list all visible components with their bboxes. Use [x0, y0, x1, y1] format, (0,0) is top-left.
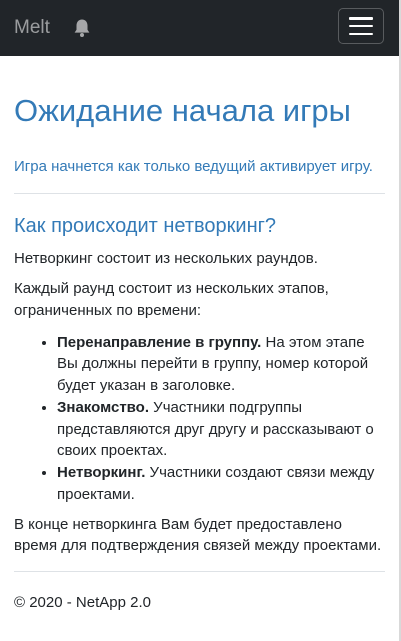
main-content: Ожидание начала игры Игра начнется как т…: [0, 92, 399, 614]
navbar-toggle-button[interactable]: [338, 8, 384, 44]
list-item: Перенаправление в группу. На этом этапе …: [57, 332, 385, 397]
bell-icon[interactable]: [72, 17, 92, 39]
paragraph-conclusion: В конце нетворкинга Вам будет предоставл…: [14, 515, 382, 555]
paragraph-rounds: Нетворкинг состоит из нескольких раундов…: [14, 250, 318, 268]
hamburger-menu-icon: [349, 17, 373, 35]
section-title: Как происходит нетворкинг?: [14, 215, 277, 238]
paragraph-stages: Каждый раунд состоит из нескольких этапо…: [14, 280, 329, 319]
step-title: Перенаправление в группу.: [57, 333, 262, 351]
lead-text: Игра начнется как только ведущий активир…: [14, 157, 373, 175]
list-item: Знакомство. Участники подгруппы представ…: [57, 397, 385, 462]
step-title: Нетворкинг.: [57, 464, 146, 481]
footer-text: © 2020 - NetApp 2.0: [14, 594, 151, 611]
brand-link[interactable]: Melt: [14, 17, 50, 39]
navbar: Melt: [0, 0, 401, 56]
steps-list: Перенаправление в группу. На этом этапе …: [14, 332, 385, 506]
page-title: Ожидание начала игры: [14, 93, 351, 128]
step-title: Знакомство.: [57, 398, 150, 416]
divider: [14, 193, 385, 195]
list-item: Нетворкинг. Участники создают связи межд…: [57, 462, 385, 506]
footer-divider: [14, 571, 385, 572]
